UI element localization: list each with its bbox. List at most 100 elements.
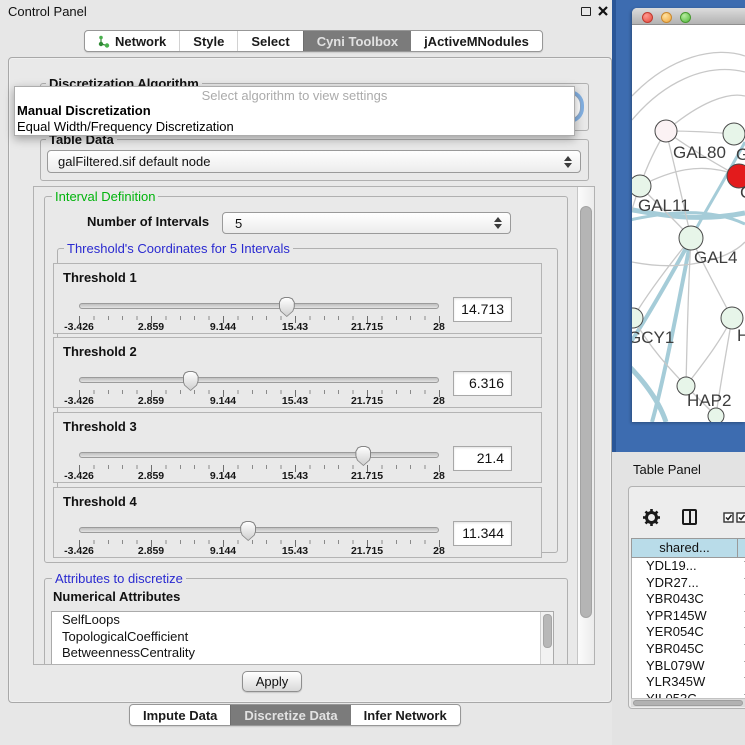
slider-thumb[interactable] bbox=[279, 297, 295, 317]
table-row[interactable]: YPR145WYPR1 bbox=[632, 608, 745, 625]
slider-track[interactable] bbox=[79, 377, 439, 383]
threshold-label: Threshold 4 bbox=[63, 494, 137, 509]
slider-major-ticks bbox=[79, 316, 440, 323]
threshold-value-field[interactable]: 6.316 bbox=[453, 371, 512, 396]
checkbox-icon[interactable] bbox=[723, 512, 734, 523]
cell-shared-name[interactable]: YBR043C bbox=[646, 591, 704, 608]
minimize-traffic-light-icon[interactable] bbox=[661, 12, 672, 23]
number-of-intervals-value: 5 bbox=[235, 213, 242, 234]
tab-discretize-data[interactable]: Discretize Data bbox=[230, 705, 350, 725]
zoom-traffic-light-icon[interactable] bbox=[680, 12, 691, 23]
column-header-name[interactable]: na bbox=[739, 539, 745, 557]
tick-label: 9.144 bbox=[210, 470, 236, 482]
network-node-gal11[interactable] bbox=[632, 175, 651, 197]
network-canvas[interactable]: GAL80GACGAL11GAL4GCY1HHAP2 bbox=[632, 25, 745, 422]
cell-shared-name[interactable]: YIL053C bbox=[646, 691, 697, 698]
table-row[interactable]: YER054CYER0 bbox=[632, 624, 745, 641]
tab-network[interactable]: Network bbox=[85, 31, 179, 51]
network-icon bbox=[98, 35, 110, 48]
network-node-gal80[interactable] bbox=[655, 120, 677, 142]
table-row[interactable]: YIL053CYIL0 bbox=[632, 691, 745, 698]
column-layout-icon[interactable] bbox=[682, 509, 697, 525]
tick-label: 28 bbox=[433, 321, 445, 333]
tab-label: Network bbox=[115, 31, 166, 52]
slider-major-ticks bbox=[79, 465, 440, 472]
gear-icon[interactable] bbox=[642, 508, 661, 527]
viewport-scrollbar-thumb[interactable] bbox=[580, 206, 592, 618]
threshold-panel-4: Threshold 4-3.4262.8599.14415.4321.71528… bbox=[53, 487, 542, 558]
table-row[interactable]: YLR345WYLR3 bbox=[632, 674, 745, 691]
combo-stepper-icon bbox=[564, 156, 572, 168]
float-window-icon[interactable] bbox=[581, 7, 591, 16]
slider-thumb[interactable] bbox=[355, 446, 371, 466]
threshold-label: Threshold 1 bbox=[63, 270, 137, 285]
threshold-label: Threshold 2 bbox=[63, 344, 137, 359]
table-row[interactable]: YBL079WYBL0 bbox=[632, 658, 745, 675]
numerical-attributes-list[interactable]: SelfLoopsTopologicalCoefficientBetweenne… bbox=[51, 611, 554, 665]
close-traffic-light-icon[interactable] bbox=[642, 12, 653, 23]
attribute-list-item[interactable]: BetweennessCentrality bbox=[52, 645, 553, 662]
number-of-intervals-combobox[interactable]: 5 bbox=[222, 212, 511, 234]
column-header-shared-name[interactable]: shared... bbox=[631, 539, 738, 557]
slider-thumb[interactable] bbox=[183, 371, 199, 391]
slider-thumb[interactable] bbox=[240, 521, 256, 541]
table-row[interactable]: YDL19...YDL1 bbox=[632, 558, 745, 575]
network-node-ga[interactable] bbox=[723, 123, 745, 145]
node-label: GAL4 bbox=[694, 248, 737, 267]
cell-shared-name[interactable]: YBR045C bbox=[646, 641, 704, 658]
table-horizontal-scrollbar[interactable] bbox=[631, 698, 745, 707]
tick-label: -3.426 bbox=[64, 470, 94, 482]
tab-style[interactable]: Style bbox=[179, 31, 237, 51]
tab-select[interactable]: Select bbox=[237, 31, 302, 51]
network-node-gal4[interactable] bbox=[679, 226, 703, 250]
tick-label: 21.715 bbox=[351, 321, 383, 333]
list-scrollbar[interactable] bbox=[540, 612, 553, 665]
cell-shared-name[interactable]: YDR27... bbox=[646, 575, 699, 592]
table-toolbar bbox=[629, 487, 745, 537]
table-row[interactable]: YBR045CYBR0 bbox=[632, 641, 745, 658]
cell-shared-name[interactable]: YBL079W bbox=[646, 658, 705, 675]
number-of-intervals-label: Number of Intervals bbox=[87, 214, 209, 229]
apply-button[interactable]: Apply bbox=[242, 671, 302, 692]
threshold-panel-2: Threshold 2-3.4262.8599.14415.4321.71528… bbox=[53, 337, 542, 408]
cell-shared-name[interactable]: YPR145W bbox=[646, 608, 707, 625]
tab-infer-network[interactable]: Infer Network bbox=[351, 705, 460, 725]
tab-cyni-toolbox[interactable]: Cyni Toolbox bbox=[303, 31, 411, 51]
table-row[interactable]: YBR043CYBR0 bbox=[632, 591, 745, 608]
tab-jactivemnodules[interactable]: jActiveMNodules bbox=[411, 31, 542, 51]
control-panel-titlebar: Control Panel bbox=[0, 0, 620, 24]
threshold-value-field[interactable]: 11.344 bbox=[453, 521, 512, 546]
slider-track[interactable] bbox=[79, 527, 439, 533]
attribute-list-item[interactable]: SelfLoops bbox=[52, 612, 553, 629]
threshold-value-field[interactable]: 21.4 bbox=[453, 446, 512, 471]
network-node[interactable] bbox=[708, 408, 724, 422]
tick-label: 21.715 bbox=[351, 395, 383, 407]
tab-label: Impute Data bbox=[143, 705, 217, 726]
table-row[interactable]: YDR27...YDR2 bbox=[632, 575, 745, 592]
tick-label: 15.43 bbox=[282, 545, 308, 557]
tick-label: 28 bbox=[433, 395, 445, 407]
viewport-scrollbar[interactable] bbox=[577, 187, 594, 664]
cell-shared-name[interactable]: YER054C bbox=[646, 624, 704, 641]
tick-label: 21.715 bbox=[351, 470, 383, 482]
table-data-combobox[interactable]: galFiltered.sif default node bbox=[47, 150, 581, 173]
list-scrollbar-thumb[interactable] bbox=[543, 614, 552, 648]
dropdown-option-equal-width[interactable]: Equal Width/Frequency Discretization bbox=[17, 119, 234, 134]
slider-track[interactable] bbox=[79, 452, 439, 458]
thresholds-group-title: Threshold's Coordinates for 5 Intervals bbox=[64, 241, 293, 256]
mac-titlebar[interactable] bbox=[632, 8, 745, 25]
dropdown-option-manual[interactable]: Manual Discretization bbox=[17, 103, 151, 118]
table-scrollbar-thumb[interactable] bbox=[633, 700, 743, 706]
tab-impute-data[interactable]: Impute Data bbox=[130, 705, 230, 725]
node-table-widget: shared... na YDL19...YDL1YDR27...YDR2YBR… bbox=[628, 486, 745, 709]
attribute-list-item[interactable]: TopologicalCoefficient bbox=[52, 629, 553, 646]
slider-major-ticks bbox=[79, 390, 440, 397]
cell-shared-name[interactable]: YLR345W bbox=[646, 674, 705, 691]
node-label: GCY1 bbox=[632, 328, 674, 347]
close-icon[interactable] bbox=[597, 5, 609, 17]
cell-shared-name[interactable]: YDL19... bbox=[646, 558, 697, 575]
checkbox-icon[interactable] bbox=[736, 512, 745, 523]
slider-track[interactable] bbox=[79, 303, 439, 309]
threshold-value-field[interactable]: 14.713 bbox=[453, 297, 512, 322]
node-label: H bbox=[737, 326, 745, 345]
